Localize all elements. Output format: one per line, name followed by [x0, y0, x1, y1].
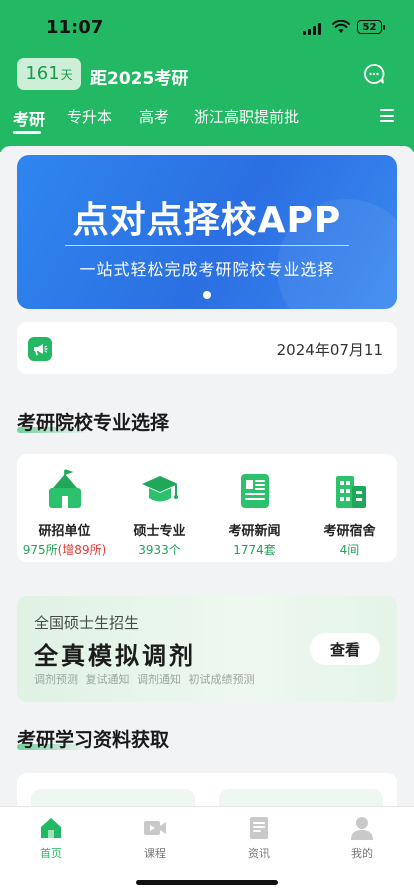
- grid-label: 考研新闻: [228, 524, 281, 539]
- home-icon: [38, 815, 64, 841]
- battery-level: 52: [362, 21, 377, 33]
- grid-label: 研招单位: [38, 524, 91, 539]
- grid-count: 1774套: [207, 541, 302, 558]
- section-title-study-text: 考研学习资料获取: [17, 729, 170, 751]
- graduation-cap-icon: [138, 468, 182, 512]
- megaphone-icon: [28, 337, 52, 361]
- dormitory-icon: [328, 468, 372, 512]
- menu-icon[interactable]: [380, 109, 394, 122]
- app-header: 11:07 52 161 天 距2025考研 考研 专升本 高考 浙江高职提前批: [0, 0, 414, 152]
- tab-kaoyan[interactable]: 考研: [13, 106, 45, 130]
- notice-date: 2024年07月11: [276, 341, 383, 359]
- tab-zhejiang-gaozhi[interactable]: 浙江高职提前批: [194, 106, 299, 127]
- tabbar-label: 资讯: [248, 847, 270, 860]
- grid-count-value: 975所: [22, 543, 58, 557]
- grid-count-value: 3933个: [138, 543, 181, 557]
- battery-icon: 52: [357, 20, 385, 34]
- banner-title: 点对点择校APP: [72, 200, 342, 241]
- promo-subtitle: 全国硕士生招生: [34, 614, 140, 632]
- tabbar-profile[interactable]: 我的: [332, 815, 392, 861]
- user-icon: [349, 815, 375, 841]
- promo-tags: 调剂预测 复试通知 调剂通知 初试成绩预测: [34, 673, 255, 686]
- grid-count: 975所(增89所): [17, 541, 112, 558]
- cellular-signal-icon: [303, 23, 323, 35]
- status-time: 11:07: [46, 17, 104, 38]
- tabbar-label: 首页: [40, 847, 62, 860]
- tab-zhuanshengben[interactable]: 专升本: [67, 106, 112, 127]
- school-grid: 研招单位 975所(增89所) 硕士专业 3933个 考研新闻 1774套 考研…: [17, 454, 397, 562]
- grid-item-institutions[interactable]: 研招单位 975所(增89所): [17, 468, 112, 558]
- section-title-school: 考研院校专业选择: [17, 408, 169, 435]
- grid-item-news[interactable]: 考研新闻 1774套: [207, 468, 302, 558]
- countdown-days: 161: [25, 63, 60, 84]
- grid-label: 硕士专业: [133, 524, 186, 539]
- newspaper-icon: [233, 468, 277, 512]
- grid-count-value: 4间: [339, 543, 360, 557]
- home-indicator: [136, 880, 278, 885]
- category-tabs: 考研 专升本 高考 浙江高职提前批: [0, 100, 414, 140]
- chat-icon[interactable]: [362, 62, 386, 86]
- tabbar-courses[interactable]: 课程: [125, 815, 185, 861]
- tabbar-news[interactable]: 资讯: [229, 815, 289, 861]
- document-icon: [246, 815, 272, 841]
- grid-item-dormitory[interactable]: 考研宿舍 4间: [302, 468, 397, 558]
- tabbar-home[interactable]: 首页: [21, 815, 81, 861]
- video-icon: [142, 815, 168, 841]
- section-title-school-text: 考研院校专业选择: [17, 412, 170, 434]
- section-title-study: 考研学习资料获取: [17, 725, 169, 752]
- carousel-indicator: [203, 291, 211, 299]
- tab-active-indicator: [13, 131, 41, 134]
- grid-count-value: 1774套: [233, 543, 276, 557]
- grid-count: 4间: [302, 541, 397, 558]
- grid-label: 考研宿舍: [323, 524, 376, 539]
- tabbar-label: 课程: [144, 847, 166, 860]
- grid-count: 3933个: [112, 541, 207, 558]
- promo-title: 全真模拟调剂: [34, 642, 196, 670]
- banner-subtitle: 一站式轻松完成考研院校专业选择: [79, 260, 335, 279]
- tab-gaokao[interactable]: 高考: [139, 106, 169, 127]
- mock-adjustment-card[interactable]: 全国硕士生招生 全真模拟调剂 调剂预测 复试通知 调剂通知 初试成绩预测 查看: [17, 596, 397, 702]
- countdown-text: 距2025考研: [90, 69, 189, 89]
- banner-divider: [65, 245, 349, 246]
- wifi-icon: [332, 20, 350, 33]
- school-building-icon: [43, 468, 87, 512]
- notice-bar[interactable]: 2024年07月11: [17, 322, 397, 374]
- view-button[interactable]: 查看: [310, 633, 380, 665]
- status-bar: 11:07 52: [0, 0, 414, 56]
- promo-banner[interactable]: 点对点择校APP 一站式轻松完成考研院校专业选择: [17, 155, 397, 309]
- tabbar-label: 我的: [351, 847, 373, 860]
- grid-item-majors[interactable]: 硕士专业 3933个: [112, 468, 207, 558]
- grid-count-extra: (增89所): [57, 543, 107, 557]
- countdown-badge: 161 天: [17, 58, 81, 90]
- countdown-unit: 天: [60, 68, 73, 82]
